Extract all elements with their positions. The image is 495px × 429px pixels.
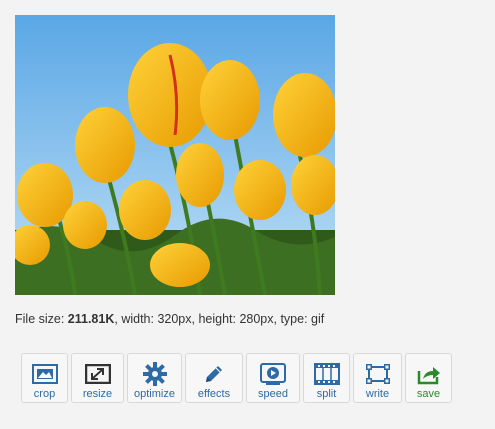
crop-icon bbox=[31, 363, 58, 385]
optimize-button[interactable]: optimize bbox=[127, 353, 182, 403]
filmstrip-icon bbox=[313, 363, 340, 385]
effects-label: effects bbox=[197, 388, 231, 400]
text-box-icon bbox=[365, 363, 391, 385]
optimize-label: optimize bbox=[134, 388, 175, 400]
effects-button[interactable]: effects bbox=[185, 353, 243, 403]
file-size-label: File size: bbox=[15, 312, 68, 326]
play-icon bbox=[260, 363, 286, 385]
file-dimensions: , width: 320px, height: 280px, type: gif bbox=[114, 312, 325, 326]
file-info: File size: 211.81K, width: 320px, height… bbox=[15, 312, 324, 326]
write-label: write bbox=[365, 388, 390, 400]
tool-toolbar: crop resize optimize effects speed split… bbox=[21, 353, 452, 403]
file-size-value: 211.81K bbox=[67, 312, 115, 326]
pencil-icon bbox=[202, 363, 226, 385]
split-button[interactable]: split bbox=[303, 353, 350, 403]
resize-button[interactable]: resize bbox=[71, 353, 124, 403]
resize-label: resize bbox=[82, 388, 113, 400]
tulips-photo bbox=[15, 15, 335, 295]
crop-button[interactable]: crop bbox=[21, 353, 68, 403]
save-label: save bbox=[416, 388, 441, 400]
speed-label: speed bbox=[258, 388, 288, 400]
save-button[interactable]: save bbox=[405, 353, 452, 403]
speed-button[interactable]: speed bbox=[246, 353, 300, 403]
image-preview bbox=[15, 15, 335, 295]
write-button[interactable]: write bbox=[353, 353, 402, 403]
resize-icon bbox=[84, 363, 111, 385]
share-arrow-icon bbox=[416, 363, 442, 385]
gear-icon bbox=[142, 362, 167, 386]
split-label: split bbox=[316, 388, 337, 400]
crop-label: crop bbox=[33, 388, 56, 400]
